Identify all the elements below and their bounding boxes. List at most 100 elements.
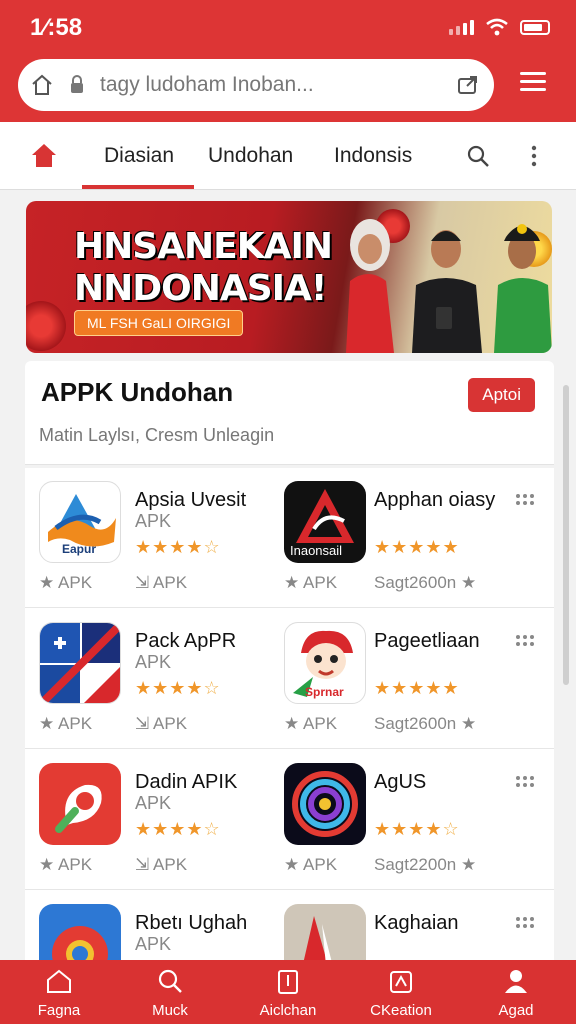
tab-undohan[interactable]: Undohan (208, 144, 293, 168)
menu-icon[interactable] (520, 72, 546, 96)
home-icon (47, 969, 71, 993)
section-subtitle: Matin Laylsı, Cresm Unleagin (39, 425, 275, 445)
drag-handle-icon[interactable] (516, 635, 534, 646)
app-name: Apsia Uvesit (135, 489, 247, 511)
star-icon: ★ (460, 573, 477, 592)
star-icon: ★ (39, 714, 55, 733)
flower-decoration (26, 301, 66, 351)
bottom-nav-downloads[interactable]: Aiclchan (233, 968, 343, 1019)
app-row: Pack ApPR APK ★★★★☆ ★ APK ⇲ APK Sprnar P… (25, 609, 554, 749)
rating-stars: ★★★★★ (374, 537, 460, 557)
red-pin-icon (39, 763, 121, 845)
app-card[interactable]: AgUS ★★★★☆ ★ APK Sagt2200n ★ (270, 750, 534, 890)
red-triangle-icon: Inaonsail (284, 481, 366, 563)
home-icon[interactable] (20, 73, 64, 97)
app-grid: Eapur Apsia Uvesit APK ★★★★☆ ★ APK ⇲ APK… (25, 468, 554, 960)
app-meta: ★ APK (39, 714, 93, 733)
app-type: APK (135, 652, 172, 672)
app-card[interactable]: Sprnar Pageetliaan ★★★★★ ★ APK Sagt2600n… (270, 609, 534, 749)
address-bar[interactable]: tagy ludoham Inoban... (18, 59, 494, 111)
bottom-nav-home[interactable]: Fagna (4, 968, 114, 1019)
rating-stars: ★★★★☆ (374, 819, 460, 839)
share-icon[interactable] (442, 74, 494, 96)
app-card[interactable]: Eapur Apsia Uvesit APK ★★★★☆ ★ APK ⇲ APK (25, 468, 285, 608)
clipboard-icon (278, 970, 298, 994)
app-name: Kaghaian (374, 912, 459, 934)
app-meta: ⇲ APK (135, 855, 188, 874)
section-action-button[interactable]: Aptoi (468, 378, 535, 412)
people-illustration (346, 219, 552, 353)
star-icon: ★ (460, 714, 477, 733)
app-type: APK (135, 793, 172, 813)
banner-cta[interactable]: ML FSH GaLI OIRGIGI (74, 310, 244, 336)
flag-collage-icon (39, 622, 121, 704)
star-icon: ★ (284, 714, 300, 733)
app-row: Dadin APIK APK ★★★★☆ ★ APK ⇲ APK AgUS ★★… (25, 750, 554, 890)
browser-chrome: 1⁄:58 tagy ludoham Inoban... (0, 0, 576, 122)
download-icon: ⇲ (135, 573, 150, 592)
app-meta: Sagt2600n ★ (374, 573, 477, 592)
banner-title: HNSANEKAIN NNDONASIA! (74, 226, 333, 309)
app-type: APK (135, 934, 172, 954)
scrollbar[interactable] (563, 385, 569, 685)
mascot-icon: Sprnar (284, 622, 366, 704)
tab-indonsis[interactable]: Indonsis (334, 144, 412, 168)
rating-stars: ★★★★☆ (135, 819, 221, 839)
app-row: Eapur Apsia Uvesit APK ★★★★☆ ★ APK ⇲ APK… (25, 468, 554, 608)
app-name: AgUS (374, 771, 427, 793)
box-icon (390, 971, 412, 993)
app-meta: ★ APK (284, 573, 338, 592)
app-card[interactable]: Dadin APIK APK ★★★★☆ ★ APK ⇲ APK (25, 750, 285, 890)
app-row: Rbetı Ughah APK Kaghaian (25, 891, 554, 960)
star-icon: ★ (460, 855, 477, 874)
drag-handle-icon[interactable] (516, 917, 534, 928)
lock-icon (64, 75, 90, 95)
star-icon: ★ (39, 855, 55, 874)
drag-handle-icon[interactable] (516, 494, 534, 505)
site-nav: Diasian Undohan Indonsis (0, 122, 576, 190)
url-text[interactable]: tagy ludoham Inoban... (90, 73, 442, 97)
bottom-nav-search[interactable]: Muck (115, 968, 225, 1019)
app-name: Pageetliaan (374, 630, 480, 652)
app-card[interactable]: Kaghaian (270, 891, 534, 960)
app-card[interactable]: Pack ApPR APK ★★★★☆ ★ APK ⇲ APK (25, 609, 285, 749)
rating-stars: ★★★★★ (374, 678, 460, 698)
tab-diasian[interactable]: Diasian (81, 144, 195, 189)
bottom-nav-creation[interactable]: CKeation (346, 968, 456, 1019)
app-card[interactable]: Inaonsail Apphan oiasy ★★★★★ ★ APK Sagt2… (270, 468, 534, 608)
signal-icon (449, 19, 474, 35)
star-icon: ★ (284, 855, 300, 874)
more-vertical-icon[interactable] (531, 145, 537, 172)
search-icon (158, 969, 182, 993)
app-name: Rbetı Ughah (135, 912, 248, 934)
spiral-icon (284, 763, 366, 845)
hero-banner[interactable]: HNSANEKAIN NNDONASIA! ML FSH GaLI OIRGIG… (26, 201, 552, 353)
star-icon: ★ (284, 573, 300, 592)
download-icon: ⇲ (135, 855, 150, 874)
bottom-nav-profile[interactable]: Agad (461, 968, 571, 1019)
rating-stars: ★★★★☆ (135, 537, 221, 557)
app-meta: Sagt2200n ★ (374, 855, 477, 874)
battery-icon (520, 19, 550, 35)
app-meta: ★ APK (39, 855, 93, 874)
app-meta: ★ APK (39, 573, 93, 592)
search-icon[interactable] (466, 144, 490, 173)
status-icons (449, 18, 550, 36)
section-header: APPK Undohan Matin Laylsı, Cresm Unleagi… (25, 361, 554, 465)
app-meta: ★ APK (284, 714, 338, 733)
drag-handle-icon[interactable] (516, 776, 534, 787)
status-time: 1⁄:58 (30, 14, 83, 41)
download-icon: ⇲ (135, 714, 150, 733)
user-icon (505, 970, 527, 993)
site-home-icon[interactable] (30, 142, 58, 173)
app-meta: Sagt2600n ★ (374, 714, 477, 733)
app-meta: ⇲ APK (135, 573, 188, 592)
app-meta: ⇲ APK (135, 714, 188, 733)
section-title: APPK Undohan (41, 377, 234, 407)
chrome-like-icon (39, 904, 121, 960)
app-meta: ★ APK (284, 855, 338, 874)
flag-icon (284, 904, 366, 960)
app-name: Pack ApPR (135, 630, 237, 652)
bottom-nav: Fagna Muck Aiclchan CKeation Agad (0, 960, 576, 1024)
app-card[interactable]: Rbetı Ughah APK (25, 891, 285, 960)
